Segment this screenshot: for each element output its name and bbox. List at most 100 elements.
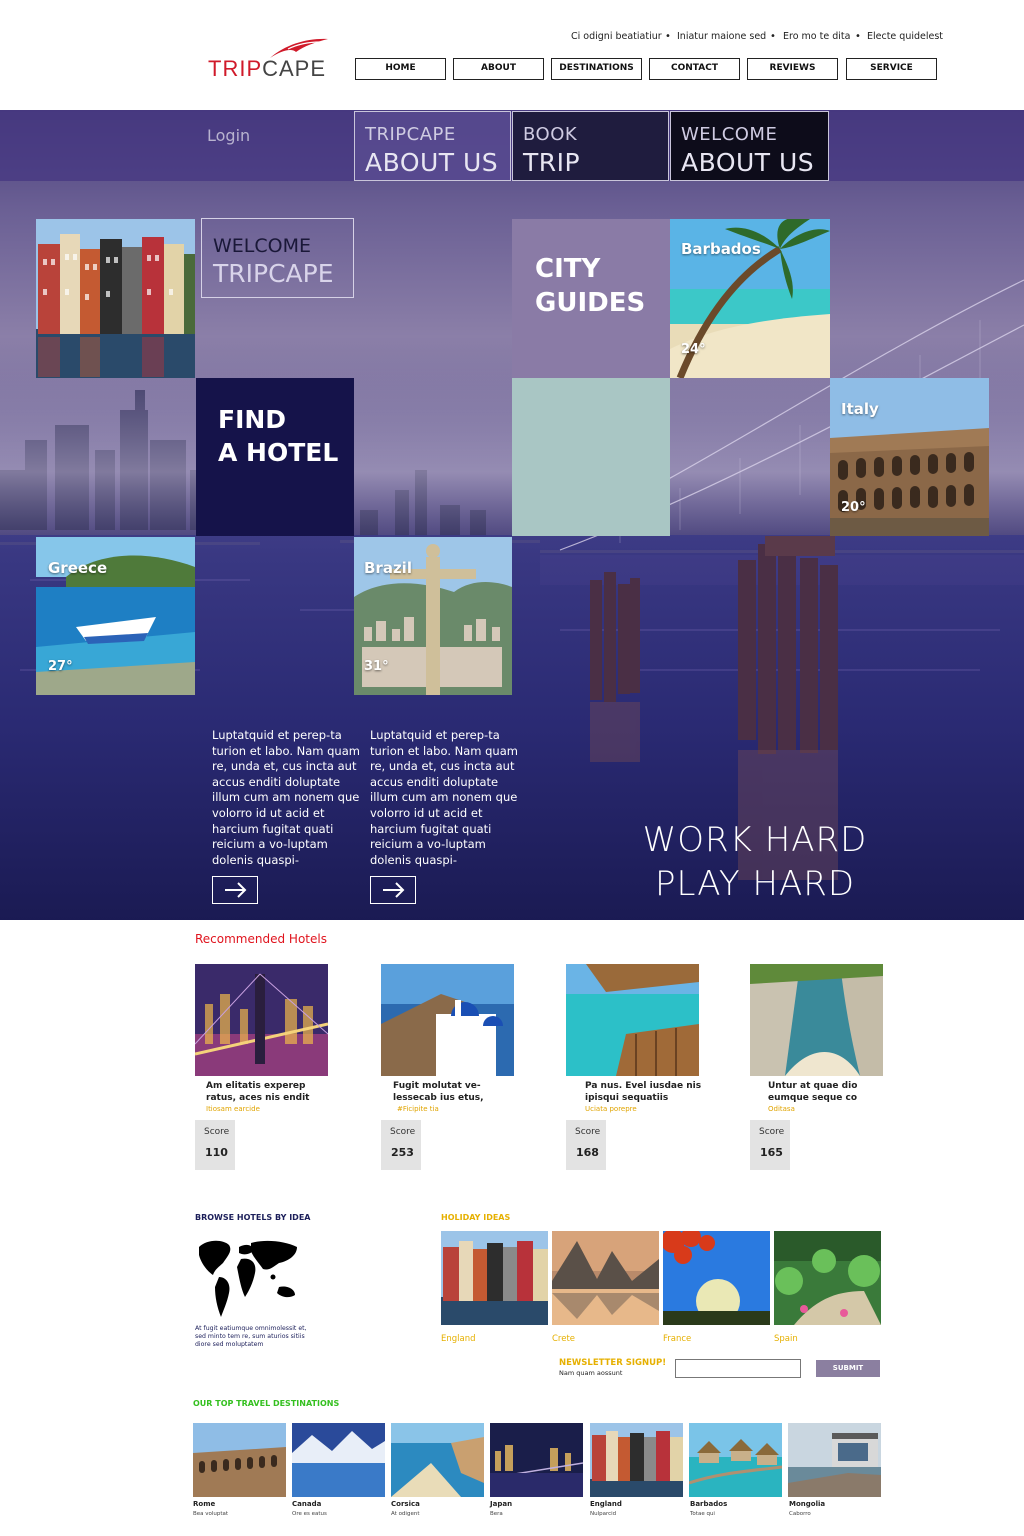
hotel-name-2[interactable]: Fugit molutat ve-lessecab ius etus,: [393, 1080, 518, 1104]
barbados-villas-image: [689, 1423, 782, 1497]
destination-name-corsica[interactable]: Corsica: [391, 1500, 420, 1508]
nav-about-button[interactable]: ABOUT: [453, 58, 544, 80]
japan-image: [490, 1423, 583, 1497]
hotel-photo-3[interactable]: [566, 964, 699, 1076]
slogan: WORK HARD PLAY HARD: [600, 818, 910, 906]
destination-corsica[interactable]: [391, 1423, 484, 1497]
destination-sub-rome: Bea voluptat: [193, 1511, 229, 1517]
destination-name-japan[interactable]: Japan: [490, 1500, 512, 1508]
top-link-separator: •: [855, 31, 861, 42]
italy-tile[interactable]: Italy 20°: [830, 378, 989, 536]
tab-book-trip[interactable]: BOOK TRIP: [512, 111, 669, 181]
destination-sub-england: Nulparcid: [590, 1511, 617, 1517]
nav-service-button[interactable]: SERVICE: [846, 58, 937, 80]
holiday-idea-spain[interactable]: [774, 1231, 881, 1325]
brazil-tile[interactable]: Brazil 31°: [354, 537, 512, 695]
score-value: 168: [576, 1146, 599, 1159]
logo[interactable]: TRIPCAPE: [208, 36, 328, 82]
nav-destinations-button[interactable]: DESTINATIONS: [551, 58, 642, 80]
hotel-name-1[interactable]: Am elitatis experep ratus, aces nis endi…: [206, 1080, 331, 1104]
italy-label: Italy: [841, 400, 879, 418]
browse-hotels-title: BROWSE HOTELS BY IDEA: [195, 1213, 311, 1222]
spain-image: [774, 1231, 881, 1325]
world-map-icon[interactable]: [193, 1233, 303, 1319]
read-more-button-1[interactable]: [212, 876, 258, 904]
find-hotel-tile[interactable]: FIND A HOTEL: [196, 378, 354, 536]
england-image: [441, 1231, 548, 1325]
holiday-label-crete[interactable]: Crete: [552, 1334, 575, 1344]
tab-line2: TRIP: [523, 148, 581, 177]
logo-cape: CAPE: [262, 56, 327, 81]
destination-name-mongolia[interactable]: Mongolia: [789, 1500, 825, 1508]
top-link-1[interactable]: Ci odigni beatiatiur: [571, 31, 662, 42]
santorini-image: [381, 964, 514, 1076]
nav-contact-button[interactable]: CONTACT: [649, 58, 740, 80]
intro-paragraph-1: Luptatquid et perep-ta turion et labo. N…: [212, 728, 360, 867]
hotel-photo-4[interactable]: [750, 964, 883, 1076]
login-link[interactable]: Login: [207, 126, 250, 145]
lagoon-deck-image: [566, 964, 699, 1076]
amsterdam-photo[interactable]: [36, 219, 195, 378]
destination-rome[interactable]: [193, 1423, 286, 1497]
greece-tile[interactable]: Greece 27°: [36, 537, 195, 695]
tab-welcome-about[interactable]: WELCOME ABOUT US: [670, 111, 829, 181]
destination-sub-mongolia: Caborro: [789, 1511, 811, 1517]
destination-barbados[interactable]: [689, 1423, 782, 1497]
logo-trip: TRIP: [208, 56, 263, 81]
destination-name-canada[interactable]: Canada: [292, 1500, 321, 1508]
intro-paragraph-2: Luptatquid et perep-ta turion et labo. N…: [370, 728, 518, 867]
newsletter-subtitle: Nam quam aossunt: [559, 1369, 623, 1377]
destination-name-rome[interactable]: Rome: [193, 1500, 215, 1508]
destination-name-england[interactable]: England: [590, 1500, 622, 1508]
holiday-idea-england[interactable]: [441, 1231, 548, 1325]
holiday-idea-france[interactable]: [663, 1231, 770, 1325]
barbados-label: Barbados: [681, 240, 761, 258]
hotel-photo-1[interactable]: [195, 964, 328, 1076]
welcome-tripcape-tile[interactable]: WELCOME TRIPCAPE: [201, 218, 354, 298]
hotel-name-4[interactable]: Untur at quae dio eumque seque co: [768, 1080, 893, 1104]
top-link-3[interactable]: Ero mo te dita: [783, 31, 850, 42]
tab-line1: BOOK: [523, 124, 578, 145]
newsletter-title: NEWSLETTER SIGNUP!: [559, 1358, 667, 1368]
destination-mongolia[interactable]: [788, 1423, 881, 1497]
holiday-label-england[interactable]: England: [441, 1334, 476, 1344]
mint-tile: [512, 378, 670, 536]
holiday-idea-crete[interactable]: [552, 1231, 659, 1325]
destination-canada[interactable]: [292, 1423, 385, 1497]
newsletter-submit-button[interactable]: SUBMIT: [816, 1360, 880, 1377]
score-value: 165: [760, 1146, 783, 1159]
score-label: Score: [575, 1127, 601, 1137]
read-more-button-2[interactable]: [370, 876, 416, 904]
hotel-tag-4: Oditasa: [768, 1105, 795, 1113]
city-guides-tile[interactable]: CITY GUIDES: [512, 219, 670, 378]
italy-temp: 20°: [841, 500, 866, 515]
top-link-4[interactable]: Electe quidelest: [867, 31, 943, 42]
score-label: Score: [204, 1127, 230, 1137]
hotel-score-4: Score 165: [750, 1120, 790, 1170]
tab-tripcape-about[interactable]: TRIPCAPE ABOUT US: [354, 111, 511, 181]
destination-japan[interactable]: [490, 1423, 583, 1497]
destination-name-barbados[interactable]: Barbados: [690, 1500, 727, 1508]
barbados-tile[interactable]: Barbados 24°: [670, 219, 830, 378]
top-link-separator: •: [770, 31, 776, 42]
welcome-label: WELCOME: [213, 235, 311, 257]
nav-reviews-button[interactable]: REVIEWS: [747, 58, 838, 80]
score-value: 110: [205, 1146, 228, 1159]
nav-home-button[interactable]: HOME: [355, 58, 446, 80]
destination-england[interactable]: [590, 1423, 683, 1497]
hotel-name-3[interactable]: Pa nus. Evel iusdae nis ipisqui sequatii…: [585, 1080, 710, 1104]
holiday-label-spain[interactable]: Spain: [774, 1334, 798, 1344]
hotel-tag-1: Itiosam earcide: [206, 1105, 260, 1113]
arrow-right-icon: [383, 882, 405, 898]
england-houses-image: [590, 1423, 683, 1497]
city-guides-line2: GUIDES: [535, 288, 646, 318]
top-link-separator: •: [665, 31, 671, 42]
top-link-2[interactable]: Iniatur maione sed: [677, 31, 766, 42]
holiday-label-france[interactable]: France: [663, 1334, 691, 1344]
newsletter-email-input[interactable]: [675, 1359, 801, 1378]
crete-image: [552, 1231, 659, 1325]
hotel-photo-2[interactable]: [381, 964, 514, 1076]
city-guides-line1: CITY: [535, 254, 601, 284]
world-map-image: [193, 1233, 303, 1319]
hotel-score-1: Score 110: [195, 1120, 235, 1170]
